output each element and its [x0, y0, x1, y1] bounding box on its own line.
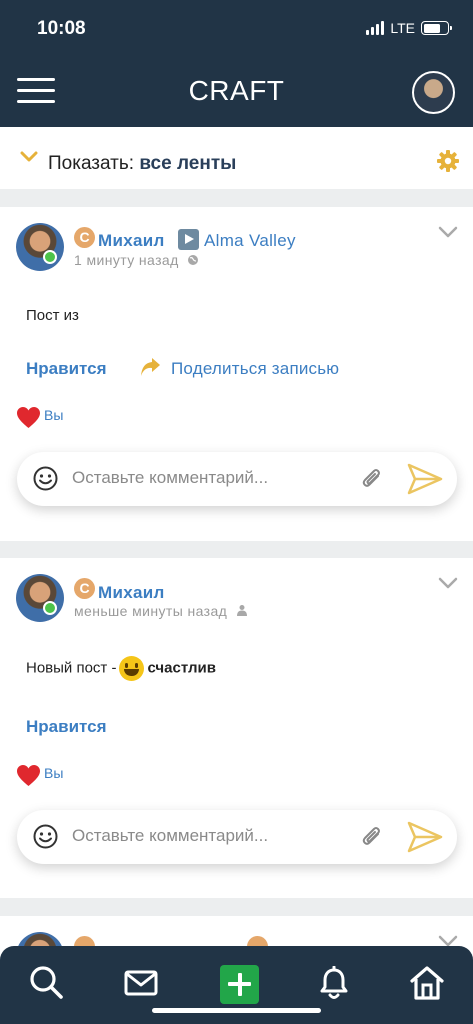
search-icon[interactable] — [28, 964, 64, 1000]
attachment-icon[interactable] — [360, 466, 384, 492]
post-text: Пост из — [26, 307, 79, 324]
person-icon — [236, 605, 247, 616]
author-badge: C — [74, 578, 95, 599]
feed-filter[interactable]: Показать: все ленты — [0, 127, 473, 189]
status-indicators: LTE — [366, 20, 452, 36]
author-name[interactable]: Михаил — [98, 583, 165, 603]
likers-list[interactable]: Вы — [44, 765, 63, 781]
chevron-down-icon[interactable] — [438, 577, 458, 590]
filter-value: все ленты — [139, 153, 237, 174]
send-icon[interactable] — [407, 463, 443, 495]
author-avatar[interactable] — [16, 223, 64, 271]
home-indicator — [152, 1008, 321, 1013]
filter-label-group: Показать: все ленты — [48, 153, 236, 175]
like-button[interactable]: Нравится — [26, 359, 107, 379]
comment-input[interactable]: Оставьте комментарий... — [72, 468, 268, 488]
happy-emoji-icon — [119, 656, 145, 681]
status-time: 10:08 — [37, 18, 86, 39]
likers-list[interactable]: Вы — [44, 407, 63, 423]
filter-label: Показать: — [48, 153, 135, 174]
post-time: меньше минуты назад — [74, 603, 248, 619]
heart-icon — [17, 407, 40, 428]
post-text-content: Новый пост - — [26, 659, 117, 677]
smile-icon[interactable] — [33, 824, 58, 849]
group-name[interactable]: Alma Valley — [204, 231, 296, 251]
bell-icon[interactable] — [319, 966, 349, 1002]
online-indicator — [43, 250, 57, 264]
like-button[interactable]: Нравится — [26, 717, 107, 737]
signal-icon — [366, 21, 385, 35]
comment-box: Оставьте комментарий... — [17, 810, 457, 864]
chevron-down-icon[interactable] — [438, 226, 458, 239]
post-time: 1 минуту назад — [74, 252, 199, 268]
globe-icon — [187, 255, 198, 265]
mail-icon[interactable] — [124, 970, 158, 996]
post-card: C Михаил меньше минуты назад Новый пост … — [0, 558, 473, 898]
attachment-icon[interactable] — [360, 824, 384, 850]
app-header: 10:08 LTE CRAFT — [0, 0, 473, 127]
post-card: C Михаил Alma Valley 1 минуту назад Пост… — [0, 207, 473, 541]
author-badge: C — [74, 227, 95, 248]
play-icon — [178, 229, 199, 250]
post-time-text: меньше минуты назад — [74, 603, 228, 619]
chevron-down-icon — [20, 151, 38, 162]
profile-avatar[interactable] — [412, 71, 455, 114]
send-icon[interactable] — [407, 821, 443, 853]
online-indicator — [43, 601, 57, 615]
network-type: LTE — [390, 20, 415, 36]
post-time-text: 1 минуту назад — [74, 252, 179, 268]
author-name[interactable]: Михаил — [98, 231, 165, 251]
battery-icon — [421, 21, 452, 35]
heart-icon — [17, 765, 40, 786]
share-icon[interactable] — [139, 357, 161, 377]
gear-icon[interactable] — [436, 149, 460, 173]
smile-icon[interactable] — [33, 466, 58, 491]
mood-label: счастлив — [147, 659, 216, 677]
app-title: CRAFT — [188, 75, 285, 106]
comment-input[interactable]: Оставьте комментарий... — [72, 826, 268, 846]
home-icon[interactable] — [409, 965, 445, 1001]
create-post-button[interactable] — [220, 965, 259, 1004]
comment-box: Оставьте комментарий... — [17, 452, 457, 506]
share-button[interactable]: Поделиться записью — [171, 359, 339, 379]
author-avatar[interactable] — [16, 574, 64, 622]
post-text: Новый пост - счастлив — [26, 656, 216, 681]
